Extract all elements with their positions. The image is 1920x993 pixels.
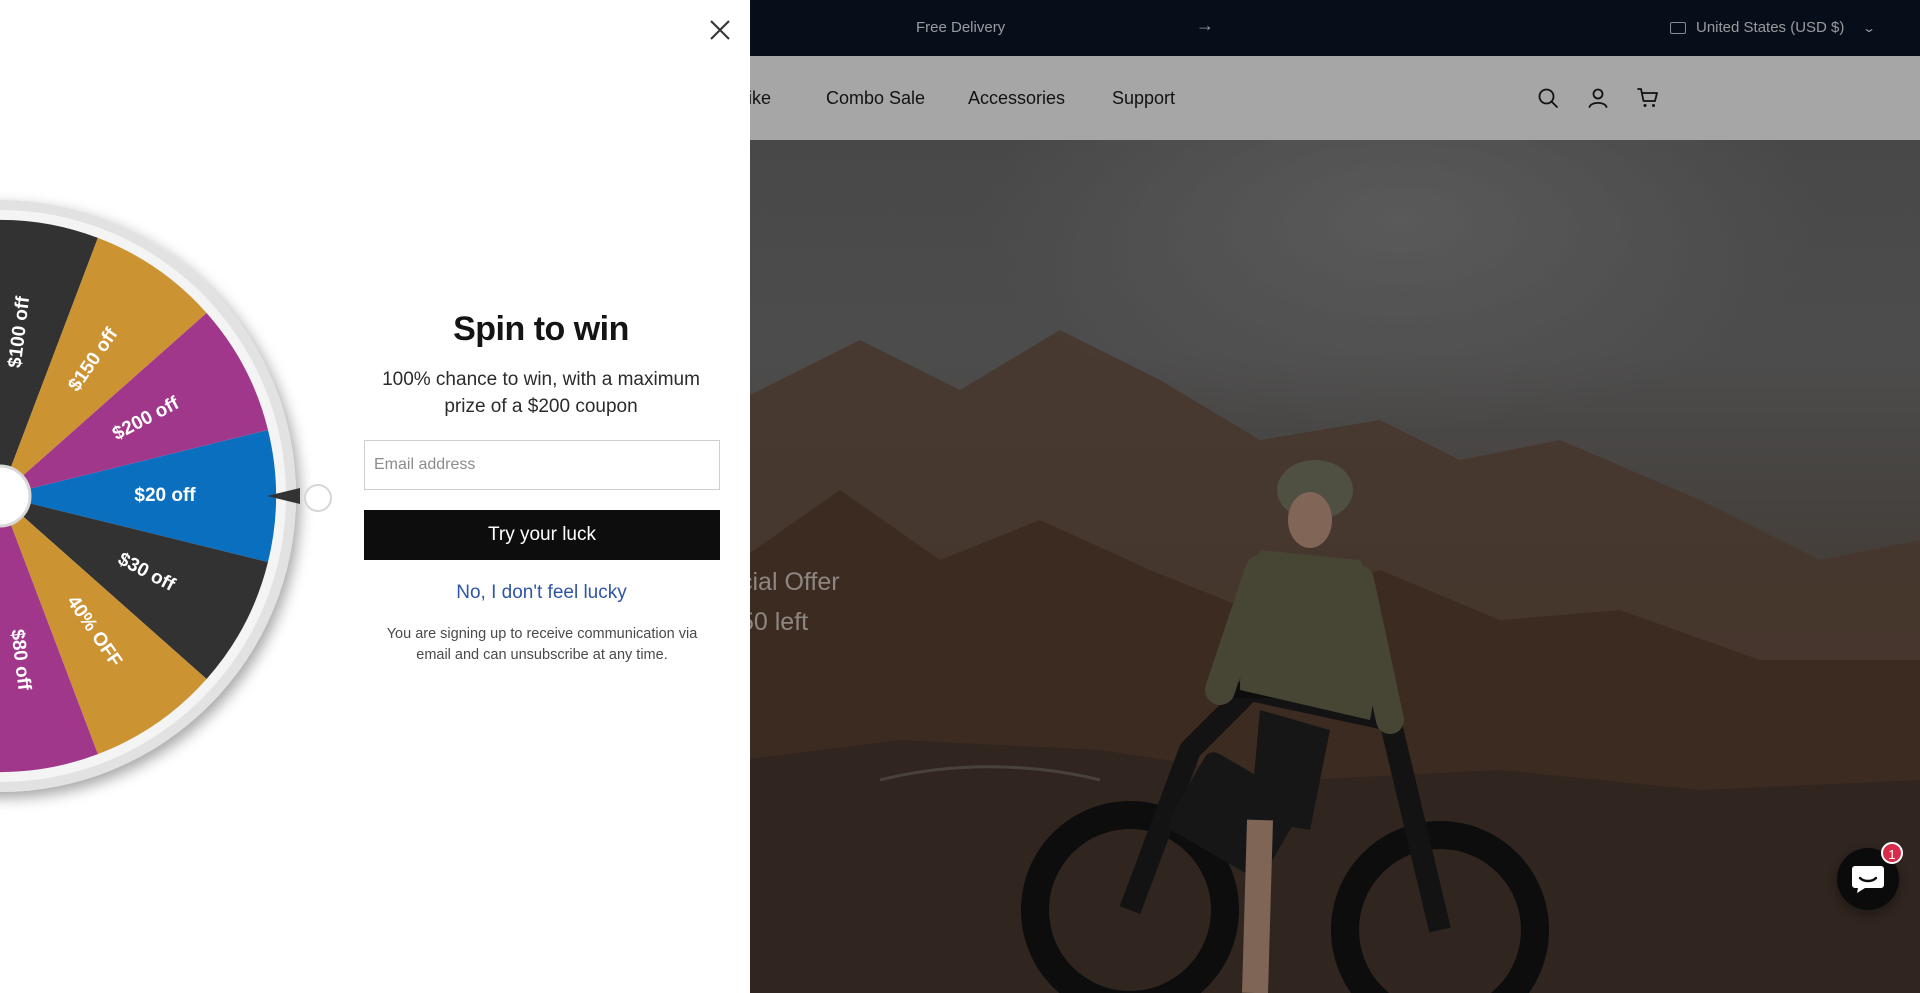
prize-wheel-area: $20 off $30 off 40% OFF $80 off $100 off $150… bbox=[0, 0, 750, 993]
prize-wheel: $20 off$30 off40% OFF$80 off$100 off $150… bbox=[0, 200, 332, 792]
spin-to-win-popup: $20 off $30 off 40% OFF $80 off $100 off $150… bbox=[0, 0, 750, 993]
wheel-pointer-knob bbox=[304, 484, 332, 512]
wheel-slice-label: $20 off bbox=[134, 485, 196, 506]
decline-link[interactable]: No, I don't feel lucky bbox=[363, 582, 720, 604]
close-icon[interactable] bbox=[706, 16, 734, 44]
chat-widget-button[interactable]: 1 bbox=[1837, 842, 1903, 910]
chat-bubble-icon bbox=[1852, 866, 1884, 893]
try-your-luck-button[interactable]: Try your luck bbox=[364, 510, 720, 560]
popup-subtitle: 100% chance to win, with a maximum prize… bbox=[382, 369, 700, 417]
signup-disclaimer: You are signing up to receive communicat… bbox=[386, 626, 698, 663]
popup-title: Spin to win bbox=[453, 310, 629, 348]
email-input[interactable] bbox=[364, 440, 720, 490]
chat-notification-badge: 1 bbox=[1881, 842, 1903, 864]
